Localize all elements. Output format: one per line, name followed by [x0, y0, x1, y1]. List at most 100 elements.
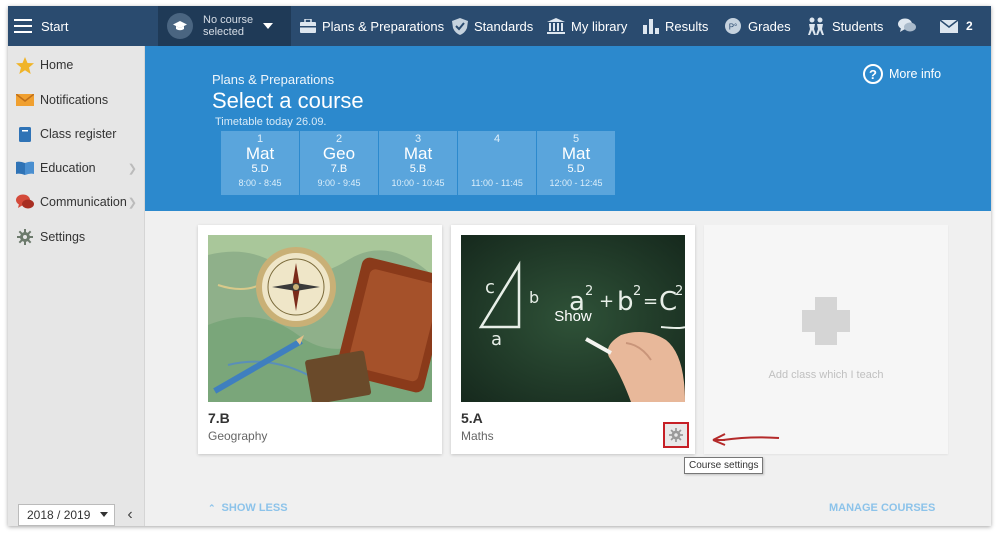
sidebar-item-class-register[interactable]: Class register	[8, 117, 145, 151]
slot-class: 7.B	[330, 163, 348, 175]
svg-text:b: b	[529, 288, 539, 307]
svg-text:2: 2	[585, 284, 593, 299]
svg-text:P°: P°	[729, 23, 738, 32]
mail-count-badge: 2	[966, 19, 973, 33]
show-less-link[interactable]: ⌃ SHOW LESS	[208, 502, 288, 514]
show-less-label: SHOW LESS	[221, 502, 288, 514]
sidebar-item-label: Home	[40, 58, 74, 72]
courses-area: 7.B Geography c b a a 2 + b 2 = C 2 Show…	[145, 211, 991, 526]
timetable-label: Timetable today 26.09.	[215, 116, 327, 128]
open-book-icon	[15, 159, 35, 177]
start-menu-button[interactable]: Start	[8, 6, 145, 46]
star-icon	[15, 56, 35, 74]
nav-standards[interactable]: Standards	[452, 6, 533, 46]
start-label: Start	[41, 18, 69, 34]
slot-number: 4	[493, 133, 501, 145]
sidebar-item-label: Communication	[40, 195, 127, 209]
mail-button[interactable]: 2	[940, 6, 973, 46]
course-code: 7.B	[208, 410, 230, 426]
header-subtitle: Plans & Preparations	[212, 72, 335, 87]
briefcase-icon	[300, 19, 316, 33]
nav-grades[interactable]: P° Grades	[724, 6, 791, 46]
course-selector[interactable]: No course selected	[158, 6, 291, 46]
slot-subject: Geo	[322, 144, 356, 163]
page-title: Select a course	[212, 88, 364, 113]
course-settings-button[interactable]	[663, 422, 689, 448]
chat-button[interactable]	[898, 6, 922, 46]
sidebar-item-label: Class register	[40, 127, 117, 141]
speech-bubbles-icon	[15, 193, 35, 211]
course-header: Plans & Preparations Select a course Tim…	[145, 46, 991, 211]
help-icon: ?	[863, 64, 883, 84]
chat-icon	[898, 18, 916, 32]
chevron-down-icon	[263, 23, 274, 29]
nav-plans-preparations[interactable]: Plans & Preparations	[300, 6, 444, 46]
timetable-slot[interactable]: 1 Mat 5.D 8:00 - 8:45	[221, 131, 299, 195]
more-info-label: More info	[889, 67, 942, 81]
slot-subject: Mat	[245, 144, 275, 163]
chevron-up-icon: ⌃	[208, 502, 216, 513]
course-card-7b[interactable]: 7.B Geography	[198, 225, 442, 454]
nav-students[interactable]: Students	[806, 6, 883, 46]
nav-label: Standards	[474, 18, 534, 34]
slot-subject: Mat	[561, 144, 591, 163]
chevron-left-icon: ‹	[127, 506, 133, 523]
course-settings-tooltip: Course settings	[684, 457, 764, 474]
show-overlay-label[interactable]: Show	[461, 308, 685, 325]
timetable-slot[interactable]: 3 Mat 5.B 10:00 - 10:45	[379, 131, 457, 195]
sidebar-item-communication[interactable]: Communication ❯	[8, 185, 145, 219]
svg-text:2: 2	[633, 284, 641, 299]
svg-text:a: a	[491, 329, 502, 350]
school-year-select[interactable]: 2018 / 2019	[18, 504, 115, 526]
envelope-icon	[15, 91, 35, 109]
slot-class: 5.D	[251, 163, 269, 175]
sidebar-item-label: Notifications	[40, 93, 109, 107]
sidebar-item-notifications[interactable]: Notifications	[8, 83, 145, 117]
dropdown-arrow-icon	[100, 512, 108, 517]
collapse-sidebar-button[interactable]: ‹	[121, 504, 139, 526]
library-icon	[547, 18, 565, 34]
course-image-geography	[208, 235, 432, 402]
course-card-5a[interactable]: c b a a 2 + b 2 = C 2 Show 5.A Maths	[451, 225, 695, 454]
bar-chart-icon	[643, 18, 659, 34]
app-window: Start No course selected Plans & Prepara…	[8, 6, 991, 526]
sidebar-item-settings[interactable]: Settings	[8, 220, 145, 254]
top-bar: Start No course selected Plans & Prepara…	[8, 6, 991, 46]
timetable-slot[interactable]: 4 11:00 - 11:45	[458, 131, 536, 195]
course-selector-line2: selected	[203, 26, 244, 38]
nav-label: Grades	[748, 18, 791, 34]
book-icon	[15, 125, 35, 143]
svg-text:c: c	[485, 277, 495, 298]
sidebar-item-education[interactable]: Education ❯	[8, 151, 145, 185]
slot-class	[458, 163, 536, 176]
slot-time: 11:00 - 11:45	[471, 178, 523, 188]
shield-icon	[452, 17, 468, 35]
nav-results[interactable]: Results	[643, 6, 708, 46]
nav-my-library[interactable]: My library	[547, 6, 627, 46]
annotation-arrow-icon	[712, 433, 780, 446]
course-name: Maths	[461, 429, 494, 443]
slot-time: 10:00 - 10:45	[391, 178, 445, 188]
svg-text:2: 2	[675, 284, 683, 299]
nav-label: Plans & Preparations	[322, 18, 445, 34]
timetable-slot[interactable]: 2 Geo 7.B 9:00 - 9:45	[300, 131, 378, 195]
manage-courses-link[interactable]: MANAGE COURSES	[829, 502, 935, 514]
grades-icon: P°	[725, 18, 741, 34]
add-class-label: Add class which I teach	[768, 369, 884, 381]
add-class-card[interactable]: Add class which I teach	[704, 225, 948, 454]
slot-subject: Mat	[403, 144, 433, 163]
sidebar-item-label: Settings	[40, 230, 86, 244]
slot-class: 5.D	[567, 163, 585, 175]
sidebar: Home Notifications Class register Educat…	[8, 46, 145, 526]
gear-icon	[15, 228, 35, 246]
nav-label: Students	[832, 18, 884, 34]
gear-icon	[669, 428, 683, 442]
course-selector-line1: No course	[203, 14, 254, 26]
sidebar-item-home[interactable]: Home	[8, 48, 145, 82]
course-image-maths: c b a a 2 + b 2 = C 2 Show	[461, 235, 685, 402]
more-info-link[interactable]: ? More info	[863, 64, 941, 84]
slot-class: 5.B	[409, 163, 427, 175]
timetable-slot[interactable]: 5 Mat 5.D 12:00 - 12:45	[537, 131, 615, 195]
sidebar-item-label: Education	[40, 161, 96, 175]
graduation-cap-icon	[167, 13, 193, 39]
